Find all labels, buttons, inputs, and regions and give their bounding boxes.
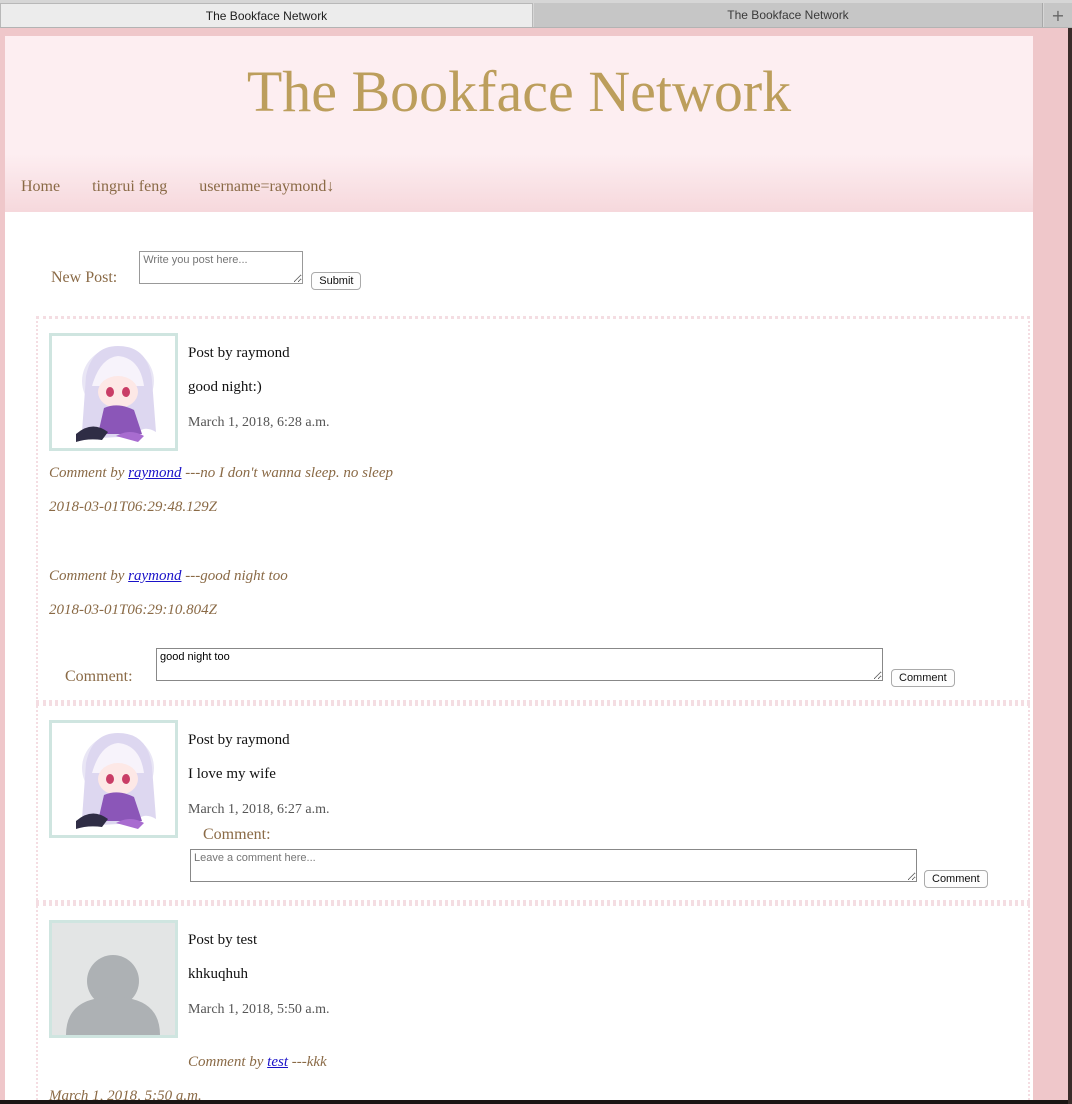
avatar bbox=[49, 920, 178, 1038]
comment-timestamp: 2018-03-01T06:29:10.804Z bbox=[49, 602, 217, 618]
post-timestamp: March 1, 2018, 6:28 a.m. bbox=[188, 415, 330, 430]
comment-line: Comment by raymond ---no I don't wanna s… bbox=[49, 465, 393, 482]
comment-line: Comment by raymond ---good night too bbox=[49, 568, 288, 585]
browser-tab-active[interactable]: The Bookface Network bbox=[0, 3, 533, 27]
comment-prefix: Comment by bbox=[188, 1054, 264, 1070]
post-body: I love my wife bbox=[188, 766, 276, 782]
comment-prefix: Comment by bbox=[49, 568, 125, 584]
post-timestamp: March 1, 2018, 5:50 a.m. bbox=[188, 1002, 330, 1017]
window-edge-shadow bbox=[1068, 28, 1072, 1104]
comment-button[interactable]: Comment bbox=[924, 870, 988, 888]
comment-input[interactable]: good night too bbox=[156, 648, 883, 681]
post-author: Post by test bbox=[188, 932, 258, 948]
user-placeholder-icon bbox=[52, 923, 175, 1035]
page-content: The Bookface Network Home tingrui feng u… bbox=[5, 36, 1033, 1100]
comment-text: ---kkk bbox=[291, 1054, 327, 1070]
site-title: The Bookface Network bbox=[246, 59, 792, 124]
nav-home-link[interactable]: Home bbox=[21, 178, 60, 196]
browser-tab-inactive[interactable]: The Bookface Network bbox=[534, 3, 1043, 27]
plus-icon[interactable]: + bbox=[1044, 3, 1072, 27]
post-card: Post by raymond I love my wife March 1, … bbox=[36, 703, 1030, 903]
comment-user-link[interactable]: raymond bbox=[128, 568, 181, 584]
new-post-input[interactable] bbox=[139, 250, 304, 284]
nav-user-menu[interactable]: username=raymond↓ bbox=[199, 178, 334, 196]
comment-label: Comment: bbox=[65, 668, 133, 685]
browser-tab-bar: The Bookface Network The Bookface Networ… bbox=[0, 0, 1072, 28]
comment-line: Comment by test ---kkk bbox=[188, 1054, 327, 1071]
comment-user-link[interactable]: test bbox=[267, 1054, 288, 1070]
new-post-form: New Post: Submit bbox=[51, 244, 362, 290]
comment-prefix: Comment by bbox=[49, 465, 125, 481]
post-body: good night:) bbox=[188, 379, 262, 395]
browser-window: The Bookface Network Home tingrui feng u… bbox=[0, 28, 1068, 1100]
nav-profile-link[interactable]: tingrui feng bbox=[92, 178, 167, 196]
comment-label: Comment: bbox=[203, 826, 271, 843]
anime-avatar-icon bbox=[52, 723, 175, 835]
post-author: Post by raymond bbox=[188, 732, 290, 748]
post-timestamp: March 1, 2018, 6:27 a.m. bbox=[188, 802, 330, 817]
avatar bbox=[49, 720, 178, 838]
comment-text: ---no I don't wanna sleep. no sleep bbox=[185, 465, 393, 481]
post-meta: Post by raymond bbox=[188, 345, 290, 362]
submit-post-button[interactable]: Submit bbox=[311, 272, 362, 290]
anime-avatar-icon bbox=[52, 336, 175, 448]
comment-user-link[interactable]: raymond bbox=[128, 465, 181, 481]
post-card: Post by raymond good night:) March 1, 20… bbox=[36, 316, 1030, 703]
post-body: khkuqhuh bbox=[188, 966, 248, 982]
comment-input[interactable] bbox=[190, 849, 917, 882]
comment-timestamp: 2018-03-01T06:29:48.129Z bbox=[49, 499, 217, 515]
comment-text: ---good night too bbox=[185, 568, 288, 584]
new-post-label: New Post: bbox=[51, 269, 118, 286]
site-nav: Home tingrui feng username=raymond↓ bbox=[21, 178, 334, 196]
avatar bbox=[49, 333, 178, 451]
comment-timestamp: March 1, 2018, 5:50 a.m. bbox=[49, 1088, 202, 1100]
post-author: Post by raymond bbox=[188, 345, 290, 361]
comment-button[interactable]: Comment bbox=[891, 669, 955, 687]
site-header: The Bookface Network Home tingrui feng u… bbox=[5, 36, 1033, 212]
post-card: Post by test khkuqhuh March 1, 2018, 5:5… bbox=[36, 903, 1030, 1100]
